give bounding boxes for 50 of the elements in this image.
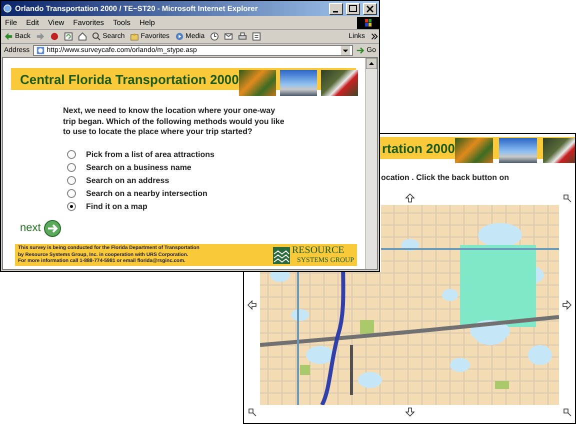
photo-placeholder <box>498 138 537 163</box>
radio-option[interactable]: Search on an address <box>67 176 365 184</box>
arrow-icon[interactable] <box>404 407 414 417</box>
instruction-text: ocation . Click the back button on <box>381 173 510 182</box>
page-icon <box>36 46 45 54</box>
dropdown-icon <box>340 46 350 54</box>
photo-placeholder <box>454 138 493 163</box>
edit-icon <box>252 32 261 41</box>
history-icon <box>210 32 219 41</box>
refresh-icon <box>64 32 73 41</box>
mail-icon <box>224 32 233 41</box>
radio-button[interactable] <box>67 176 76 184</box>
arrow-icon[interactable] <box>562 300 572 310</box>
maximize-icon[interactable] <box>346 2 360 14</box>
arrow-icon[interactable] <box>404 193 414 203</box>
banner-title: Central Florida Transportation 2000 <box>19 71 239 87</box>
radio-option[interactable]: Search on a nearby intersection <box>67 188 365 198</box>
question-text: Next, we need to know the location where your one-way trip began. Which of the following methods would you like to use to locate the place where your trip started? <box>63 106 285 138</box>
radio-option[interactable]: Find it on a map <box>67 202 365 210</box>
stop-icon <box>50 32 59 41</box>
go-arrow-icon <box>356 46 365 54</box>
photo-placeholder <box>280 70 317 96</box>
radio-button[interactable] <box>67 202 76 210</box>
forward-arrow-icon <box>36 32 45 41</box>
corner-icon[interactable] <box>562 407 572 417</box>
photo-placeholder <box>238 70 276 96</box>
radio-option[interactable]: Pick from a list of area attractions <box>67 150 365 158</box>
home-icon <box>78 32 87 41</box>
media-icon <box>174 32 184 41</box>
radio-button[interactable] <box>67 162 76 172</box>
browser-icon <box>3 4 12 13</box>
print-icon <box>238 32 247 41</box>
radio-button[interactable] <box>67 188 76 198</box>
minimize-icon[interactable] <box>329 2 343 14</box>
mountain-logo-icon <box>273 246 290 264</box>
search-icon <box>92 32 101 41</box>
back-arrow-icon <box>4 32 13 41</box>
arrow-icon[interactable] <box>247 300 257 310</box>
photo-placeholder <box>542 138 575 163</box>
corner-icon[interactable] <box>562 193 572 203</box>
next-button[interactable]: next <box>20 220 61 236</box>
logo-text: RESOURCE <box>292 246 346 256</box>
corner-icon[interactable] <box>247 407 257 417</box>
close-icon[interactable] <box>363 2 377 14</box>
banner-title: rtation 2000 <box>381 140 455 156</box>
radio-option[interactable]: Search on a business name <box>67 162 365 172</box>
radio-button[interactable] <box>67 150 76 158</box>
scroll-up-icon[interactable] <box>366 58 377 69</box>
scrollbar[interactable] <box>365 58 377 269</box>
photo-placeholder <box>320 70 358 96</box>
